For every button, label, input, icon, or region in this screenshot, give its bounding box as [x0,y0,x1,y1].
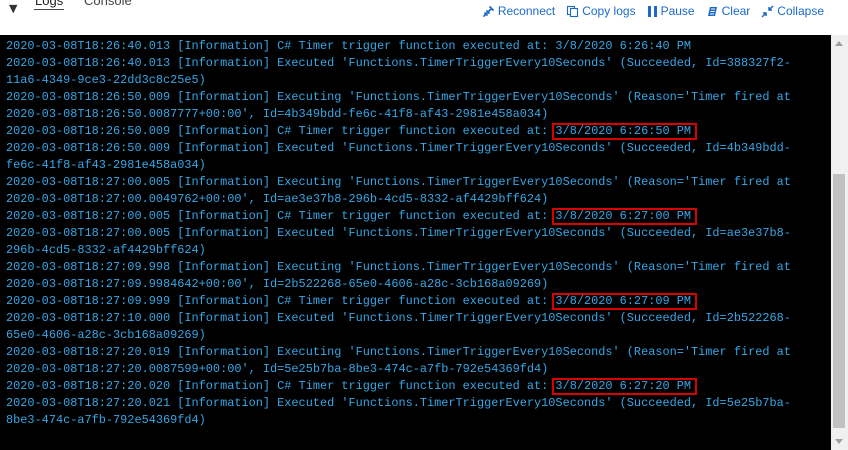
log-line: 2020-03-08T18:26:40.013 [Information] C#… [6,39,692,53]
clear-icon [707,6,717,16]
log-line: 2020-03-08T18:27:20.020 [Information] C#… [6,379,692,393]
tab-logs[interactable]: Logs [34,0,65,10]
log-line: 2020-03-08T18:27:00.005 [Information] C#… [6,209,692,223]
log-line: 2020-03-08T18:26:50.009 [Information] C#… [6,124,692,138]
collapse-icon [761,4,774,18]
log-line: 2020-03-08T18:27:20.0087599+00:00', Id=5… [6,362,549,376]
log-line: 2020-03-08T18:26:40.013 [Information] Ex… [6,56,791,70]
collapse-button[interactable]: Collapse [761,4,824,18]
clear-button[interactable]: Clear [706,4,751,18]
toolbar-actions: Reconnect Copy logs Pause Clear Collapse [482,4,824,18]
pause-label: Pause [660,4,695,18]
copy-logs-button[interactable]: Copy logs [566,4,636,18]
collapse-label: Collapse [777,4,824,18]
scroll-down-icon[interactable] [835,439,843,444]
log-line: 2020-03-08T18:26:50.009 [Information] Ex… [6,141,791,155]
reconnect-button[interactable]: Reconnect [482,4,555,18]
log-line: 8be3-474c-a7fb-792e54369fd4) [6,413,206,427]
log-line: 2020-03-08T18:27:09.999 [Information] C#… [6,294,692,308]
log-line: fe6c-41f8-af43-2981e458a034) [6,158,206,172]
log-line: 2020-03-08T18:26:50.009 [Information] Ex… [6,90,791,104]
log-line: 11a6-4349-9ce3-22dd3c8c25e5) [6,73,206,87]
clear-label: Clear [721,4,751,18]
log-line: 2020-03-08T18:27:09.9984642+00:00', Id=2… [6,277,549,291]
tab-console-label: Console [84,0,132,8]
copy-icon [567,5,579,17]
reconnect-icon [482,5,494,17]
log-line: 2020-03-08T18:27:00.005 [Information] Ex… [6,226,791,240]
log-line: 2020-03-08T18:27:00.0049762+00:00', Id=a… [6,192,549,206]
log-line: 2020-03-08T18:27:09.998 [Information] Ex… [6,260,791,274]
log-console: 2020-03-08T18:26:40.013 [Information] C#… [0,35,831,450]
tab-logs-label: Logs [34,0,65,10]
scroll-up-icon[interactable] [835,41,843,46]
reconnect-label: Reconnect [497,4,556,18]
chevron-down-icon[interactable]: ▼ [9,2,17,15]
log-line: 2020-03-08T18:27:00.005 [Information] Ex… [6,175,791,189]
pause-button[interactable]: Pause [647,4,695,18]
log-line: 296b-4cd5-8332-af4429bff624) [6,243,206,257]
log-line: 65e0-4606-a28c-3cb168a09269) [6,328,206,342]
pause-icon [647,5,657,17]
log-line: 2020-03-08T18:26:50.0087777+00:00', Id=4… [6,107,549,121]
vertical-scrollbar[interactable] [831,35,848,450]
log-line: 2020-03-08T18:27:20.021 [Information] Ex… [6,396,791,410]
tab-console[interactable]: Console [84,0,132,8]
scrollbar-thumb[interactable] [833,174,845,428]
log-line: 2020-03-08T18:27:20.019 [Information] Ex… [6,345,791,359]
copy-logs-label: Copy logs [582,4,636,18]
log-toolbar: ▼ Logs Console Reconnect Copy logs Pause [0,0,848,35]
log-line: 2020-03-08T18:27:10.000 [Information] Ex… [6,311,791,325]
